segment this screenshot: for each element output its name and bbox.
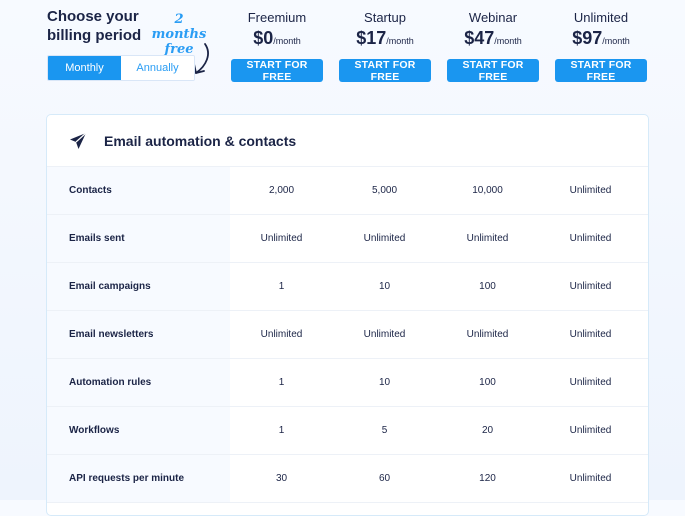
- toggle-monthly[interactable]: Monthly: [48, 56, 121, 80]
- section-title: Email automation & contacts: [104, 132, 297, 149]
- cell-freemium: Unlimited: [260, 329, 303, 340]
- table-row: Email campaigns 1 10 100 Unlimited: [47, 263, 648, 311]
- start-for-free-button[interactable]: START FOR FREE: [339, 59, 431, 83]
- cell-unlimited: Unlimited: [569, 281, 612, 292]
- cell-freemium: 2,000: [268, 185, 295, 196]
- cell-webinar: 10,000: [472, 185, 503, 196]
- plan-price: $17/month: [339, 28, 431, 51]
- table-row: API requests per minute 30 60 120 Unlimi…: [47, 455, 648, 503]
- plan-freemium: Freemium $0/month START FOR FREE: [231, 10, 323, 83]
- plan-webinar: Webinar $47/month START FOR FREE: [447, 10, 539, 83]
- plan-price-amount: $97: [572, 28, 603, 48]
- cell-startup: 5: [381, 425, 388, 436]
- plan-price-period: /month: [386, 36, 414, 46]
- cell-startup: 60: [378, 473, 391, 484]
- row-label: Automation rules: [47, 359, 230, 406]
- start-for-free-button[interactable]: START FOR FREE: [447, 59, 539, 83]
- plan-price: $47/month: [447, 28, 539, 51]
- cell-freemium: 1: [278, 281, 285, 292]
- billing-period-toggle[interactable]: Monthly Annually: [47, 55, 195, 81]
- cell-freemium: Unlimited: [260, 233, 303, 244]
- cell-freemium: 1: [278, 425, 285, 436]
- table-row: Contacts 2,000 5,000 10,000 Unlimited: [47, 167, 648, 215]
- billing-period-title: Choose your billing period: [47, 8, 142, 44]
- start-for-free-button[interactable]: START FOR FREE: [555, 59, 647, 83]
- table-row: Emails sent Unlimited Unlimited Unlimite…: [47, 215, 648, 263]
- plan-price-period: /month: [494, 36, 522, 46]
- row-label: Email newsletters: [47, 311, 230, 358]
- plan-price-amount: $47: [464, 28, 495, 48]
- feature-comparison-card: Email automation & contacts Contacts 2,0…: [46, 114, 649, 516]
- cell-unlimited: Unlimited: [569, 377, 612, 388]
- row-label: Workflows: [47, 407, 230, 454]
- cell-startup: Unlimited: [363, 329, 406, 340]
- plan-price-period: /month: [602, 36, 630, 46]
- row-label: Email campaigns: [47, 263, 230, 310]
- toggle-annually[interactable]: Annually: [121, 56, 194, 80]
- cell-webinar: 100: [479, 377, 496, 388]
- cell-unlimited: Unlimited: [569, 185, 612, 196]
- cell-unlimited: Unlimited: [569, 425, 612, 436]
- table-row: Workflows 1 5 20 Unlimited: [47, 407, 648, 455]
- plan-startup: Startup $17/month START FOR FREE: [339, 10, 431, 83]
- plan-unlimited: Unlimited $97/month START FOR FREE: [555, 10, 647, 83]
- plan-name: Startup: [364, 10, 406, 25]
- cell-startup: 10: [378, 377, 391, 388]
- cell-freemium: 1: [278, 377, 285, 388]
- cell-startup: 10: [378, 281, 391, 292]
- plan-name: Unlimited: [573, 10, 629, 25]
- cell-webinar: Unlimited: [466, 329, 509, 340]
- cell-startup: Unlimited: [363, 233, 406, 244]
- start-for-free-button[interactable]: START FOR FREE: [231, 59, 323, 83]
- plan-price-amount: $17: [356, 28, 387, 48]
- section-header: Email automation & contacts: [47, 115, 648, 167]
- cell-webinar: 20: [481, 425, 494, 436]
- plan-name: Freemium: [247, 10, 307, 25]
- table-row: Email newsletters Unlimited Unlimited Un…: [47, 311, 648, 359]
- cell-startup: 5,000: [371, 185, 398, 196]
- cell-unlimited: Unlimited: [569, 233, 612, 244]
- row-label: API requests per minute: [47, 455, 230, 502]
- row-label: Emails sent: [47, 215, 230, 262]
- cell-unlimited: Unlimited: [569, 329, 612, 340]
- plan-price: $0/month: [231, 28, 323, 51]
- plan-price-period: /month: [273, 36, 301, 46]
- table-row: Automation rules 1 10 100 Unlimited: [47, 359, 648, 407]
- cell-webinar: 120: [479, 473, 496, 484]
- cell-webinar: Unlimited: [466, 233, 509, 244]
- plan-price: $97/month: [555, 28, 647, 51]
- plan-name: Webinar: [468, 10, 518, 25]
- cell-webinar: 100: [479, 281, 496, 292]
- cell-freemium: 30: [275, 473, 288, 484]
- plan-price-amount: $0: [253, 28, 274, 48]
- cell-unlimited: Unlimited: [569, 473, 612, 484]
- paper-plane-icon: [70, 132, 87, 149]
- row-label: Contacts: [47, 167, 230, 214]
